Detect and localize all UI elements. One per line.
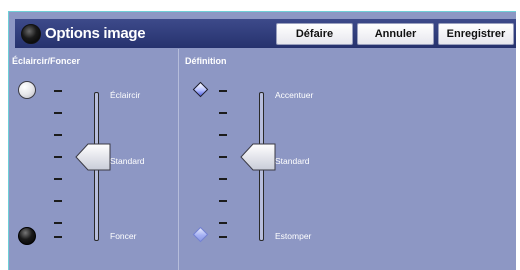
lighten-darken-panel: Éclaircir/Foncer Éclaircir Standard Fonc… [9, 49, 176, 270]
sharpness-title: Définition [185, 56, 227, 66]
darken-label: Foncer [110, 231, 137, 241]
soften-label: Estomper [275, 231, 312, 241]
soft-diamond-icon[interactable] [192, 226, 209, 243]
dark-circle-icon[interactable] [18, 227, 36, 245]
slider-tick[interactable] [54, 178, 62, 180]
slider-tick[interactable] [219, 236, 227, 238]
cancel-button[interactable]: Annuler [357, 23, 434, 45]
sharp-diamond-icon[interactable] [192, 81, 209, 98]
lighten-darken-title: Éclaircir/Foncer [12, 56, 81, 66]
image-options-screen: Options image Défaire Annuler Enregistre… [8, 11, 516, 270]
lighten-label: Éclaircir [110, 90, 141, 100]
standard-label: Standard [110, 156, 145, 166]
slider-tick[interactable] [219, 134, 227, 136]
page-title: Options image [45, 25, 146, 42]
slider-tick[interactable] [54, 156, 62, 158]
sharpen-label: Accentuer [275, 90, 314, 100]
slider-tick[interactable] [219, 112, 227, 114]
slider-tick[interactable] [219, 178, 227, 180]
panel-divider [178, 49, 179, 270]
sharpness-panel: Définition Accentuer Standard Estomper [182, 49, 516, 270]
header-bar: Options image Défaire Annuler Enregistre… [15, 19, 516, 48]
lighten-darken-slider-handle[interactable] [75, 143, 111, 171]
slider-tick[interactable] [54, 236, 62, 238]
slider-tick[interactable] [54, 134, 62, 136]
slider-tick[interactable] [219, 90, 227, 92]
slider-tick[interactable] [219, 222, 227, 224]
light-circle-icon[interactable] [18, 81, 36, 99]
slider-tick[interactable] [54, 200, 62, 202]
slider-tick[interactable] [54, 90, 62, 92]
slider-tick[interactable] [54, 112, 62, 114]
sharpness-slider-handle[interactable] [240, 143, 276, 171]
undo-button[interactable]: Défaire [276, 23, 353, 45]
slider-tick[interactable] [219, 200, 227, 202]
slider-tick[interactable] [54, 222, 62, 224]
standard-label: Standard [275, 156, 310, 166]
slider-tick[interactable] [219, 156, 227, 158]
status-indicator-icon [21, 24, 41, 44]
save-button[interactable]: Enregistrer [438, 23, 514, 45]
